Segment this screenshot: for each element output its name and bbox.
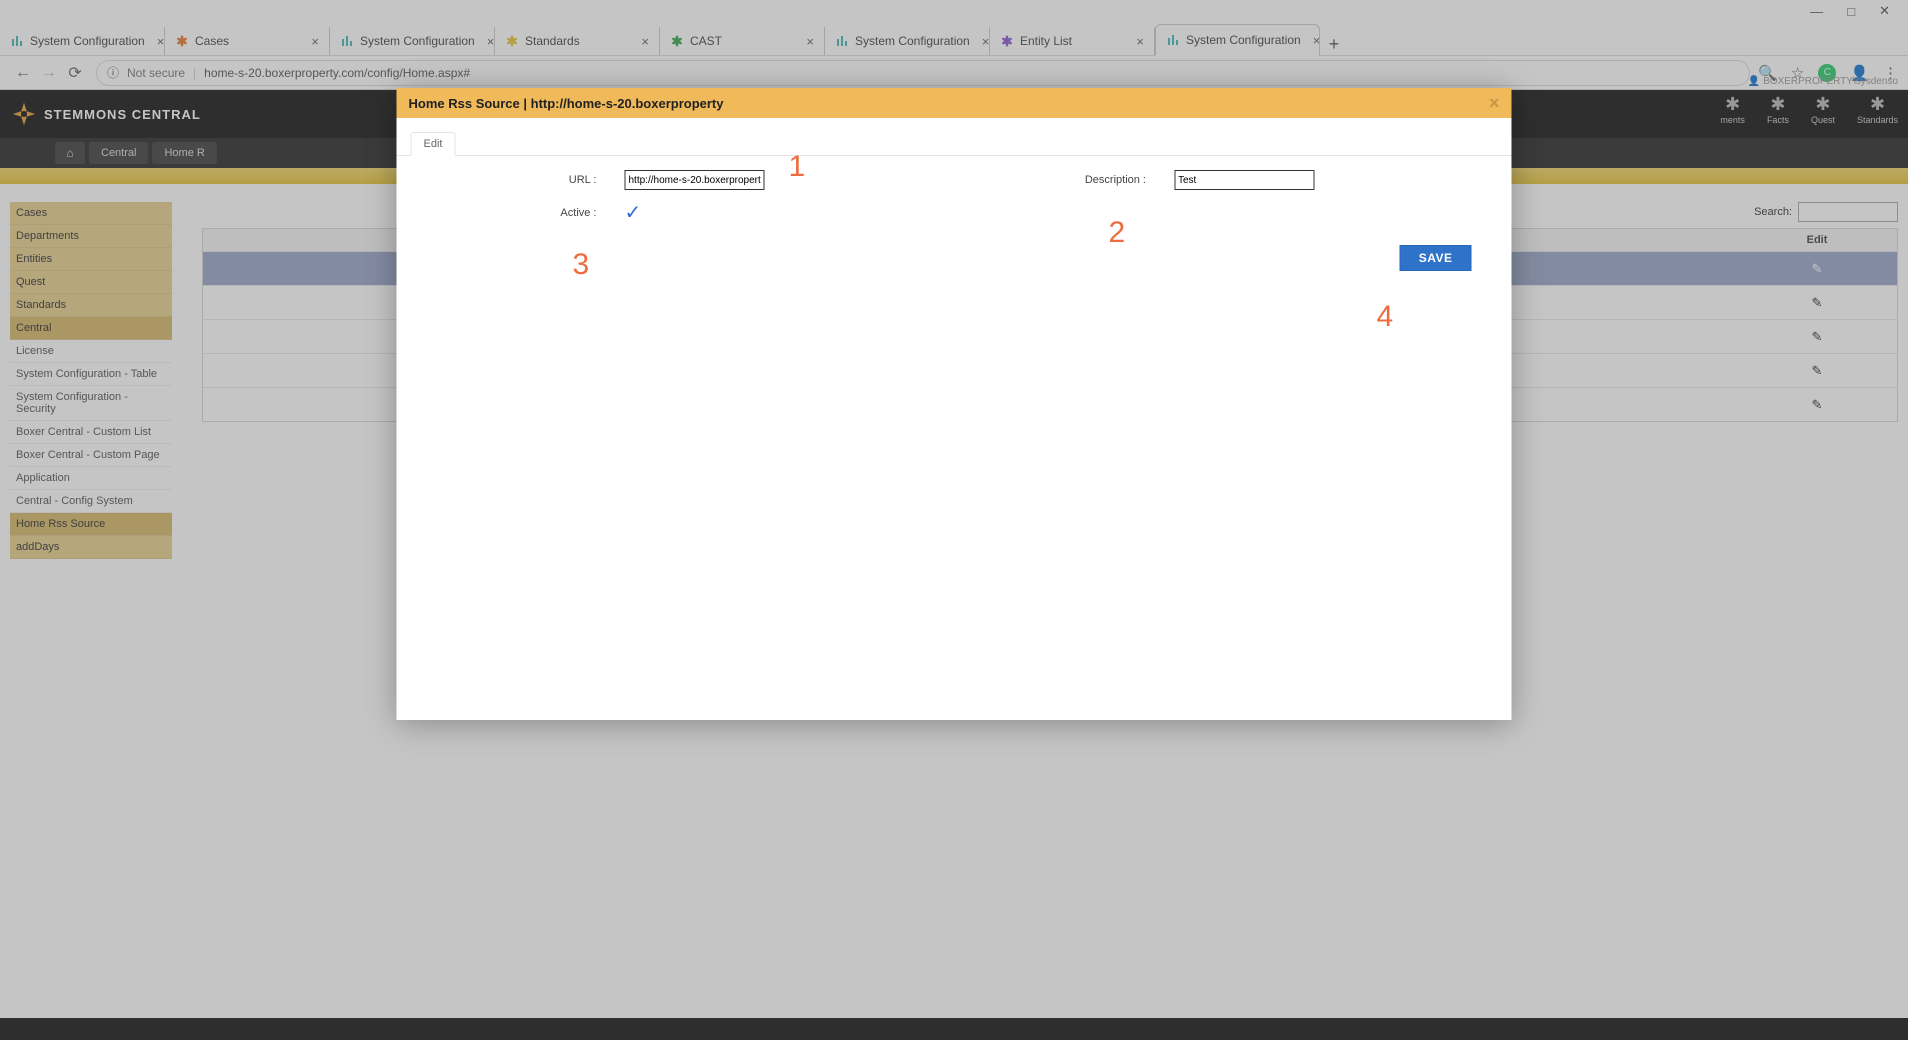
description-input[interactable]: [1174, 170, 1314, 190]
annotation-number-3: 3: [573, 248, 590, 282]
modal-close-button[interactable]: ×: [1489, 93, 1500, 114]
active-label: Active :: [425, 207, 625, 219]
save-button[interactable]: SAVE: [1400, 245, 1472, 271]
modal-title: Home Rss Source | http://home-s-20.boxer…: [409, 96, 724, 111]
url-label: URL :: [425, 174, 625, 186]
description-label: Description :: [974, 174, 1174, 186]
modal-tab-edit[interactable]: Edit: [411, 132, 456, 156]
annotation-number-4: 4: [1377, 300, 1394, 334]
field-description: Description :: [974, 170, 1484, 190]
modal-dialog: Home Rss Source | http://home-s-20.boxer…: [397, 88, 1512, 720]
field-active: Active : ✓: [425, 200, 935, 225]
field-url: URL :: [425, 170, 935, 190]
modal-tabbar: Edit: [397, 118, 1512, 156]
active-checkmark-icon[interactable]: ✓: [625, 200, 642, 225]
modal-form: URL : Description : Active : ✓: [397, 156, 1512, 239]
annotation-number-1: 1: [789, 150, 806, 184]
url-input[interactable]: [625, 170, 765, 190]
modal-titlebar: Home Rss Source | http://home-s-20.boxer…: [397, 88, 1512, 118]
annotation-number-2: 2: [1109, 216, 1126, 250]
